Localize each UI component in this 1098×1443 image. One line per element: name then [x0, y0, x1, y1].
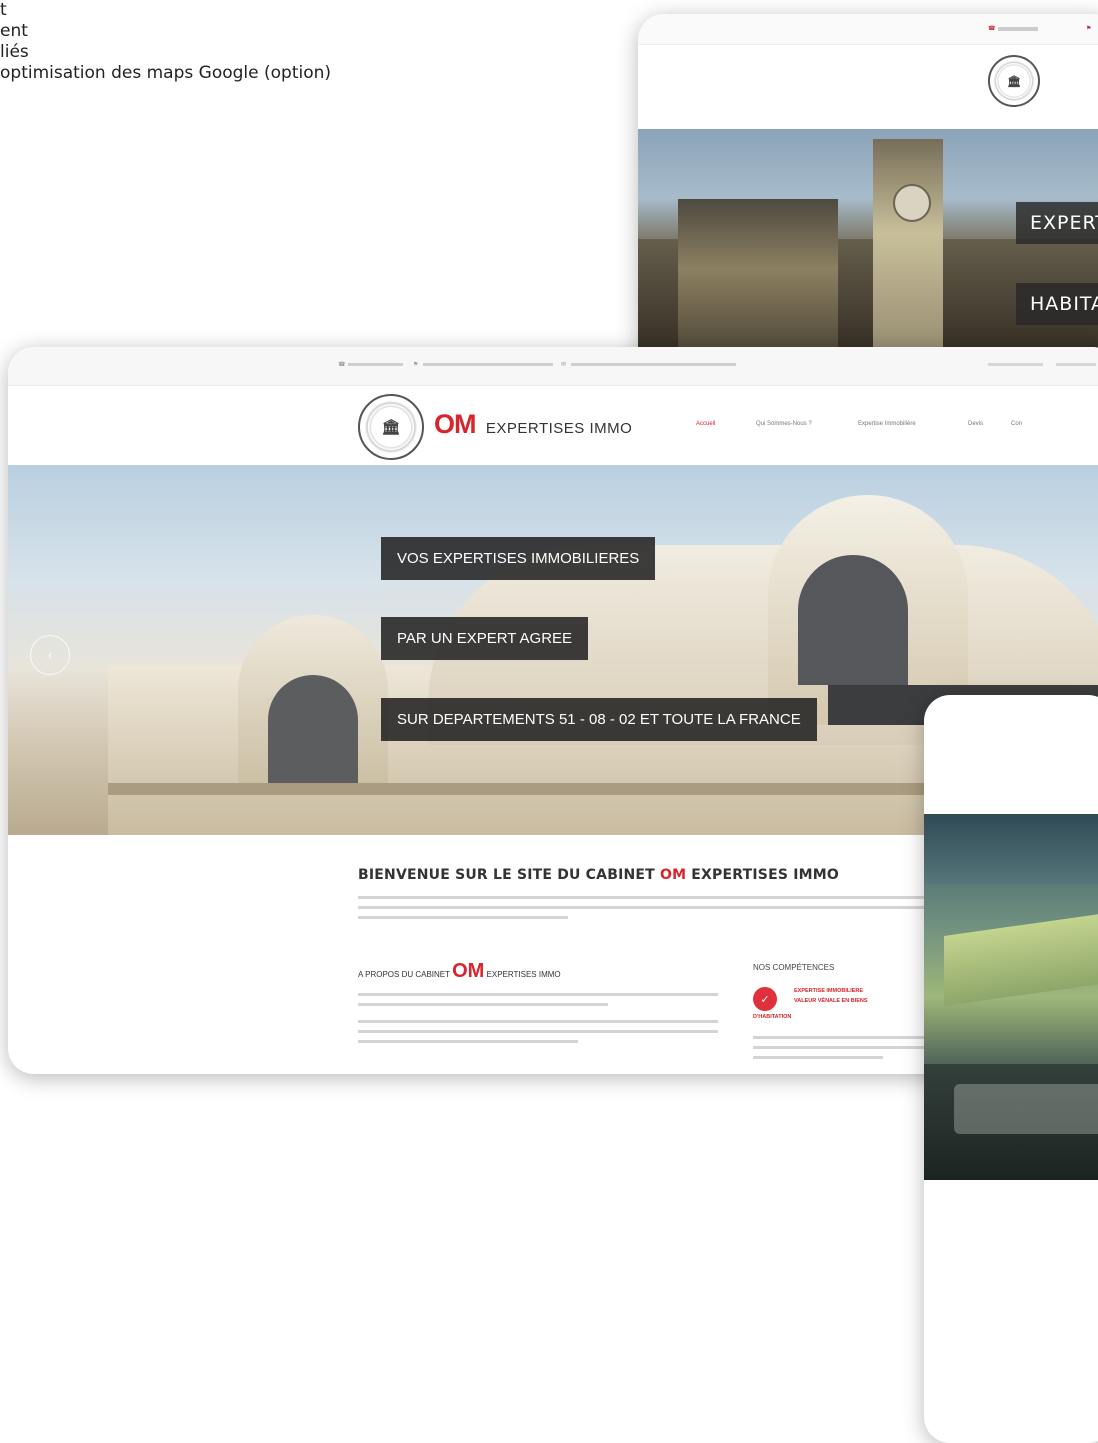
nav-item-qui-sommes-nous[interactable]: Qui Sommes-Nous ? [756, 421, 812, 427]
seal-logo-icon: 🏛 [988, 55, 1040, 107]
fragment-line: ent [0, 21, 28, 41]
welcome-suffix: EXPERTISES IMMO [686, 867, 839, 883]
main-topbar: ☎ ⚑ ✉ [8, 347, 1098, 386]
welcome-prefix: BIENVENUE SUR LE SITE DU CABINET [358, 867, 660, 883]
front-hero-image [924, 814, 1098, 1180]
competence-link[interactable]: EXPERTISE IMMOBILIERE [794, 988, 863, 994]
brand-name: EXPERTISES IMMO [485, 420, 633, 437]
welcome-om: OM [659, 867, 687, 883]
competence-link[interactable]: D'HABITATION [753, 1014, 791, 1020]
hero-tag: PAR UN EXPERT AGREE [381, 617, 589, 660]
fragment-line: liés [0, 42, 29, 62]
fragment-line: t [0, 0, 7, 20]
about-om: OM [452, 960, 485, 982]
seal-logo-icon: 🏛 [358, 394, 424, 460]
brand-logo[interactable]: OM EXPERTISES IMMO [434, 409, 632, 440]
chevron-left-icon: ‹ [48, 648, 52, 662]
back-hero-image: EXPERT HABITA [638, 129, 1098, 374]
slider-prev-button[interactable]: ‹ [30, 635, 70, 675]
brand-om: OM [434, 409, 476, 439]
hero-tag: VOS EXPERTISES IMMOBILIERES [381, 537, 656, 580]
back-hero-tag: EXPERT [1016, 202, 1098, 244]
main-header: 🏛 OM EXPERTISES IMMO Accueil Qui Sommes-… [8, 386, 1098, 467]
back-header: 🏛 [638, 45, 1098, 130]
mockup-card-back: ☎ ⚑ 🏛 EXPERT HABITA [638, 14, 1098, 374]
competence-paragraph [753, 1033, 928, 1059]
fragment-line: optimisation des maps Google (option) [0, 63, 332, 83]
text-fragment: t ent liés optimisation des maps Google … [0, 0, 331, 84]
check-badge-icon: ✓ [753, 987, 777, 1011]
welcome-paragraph [358, 893, 928, 919]
hero-tag: SUR DEPARTEMENTS 51 - 08 - 02 ET TOUTE L… [381, 698, 817, 741]
nav-item-devis[interactable]: Devis [968, 421, 983, 427]
nav-item-expertise[interactable]: Expertise Immobilière [858, 421, 916, 427]
back-hero-tag: HABITA [1016, 283, 1098, 325]
nav-item-contact[interactable]: Con [1011, 421, 1022, 427]
nav-item-accueil[interactable]: Accueil [696, 421, 715, 427]
back-topbar: ☎ ⚑ [638, 14, 1098, 45]
competences-heading: NOS COMPÉTENCES [753, 963, 835, 972]
competence-link[interactable]: VALEUR VÉNALE EN BIENS [794, 998, 868, 1004]
about-heading: A PROPOS DU CABINET OM EXPERTISES IMMO [358, 960, 561, 983]
mockup-card-front [924, 695, 1098, 1443]
about-suffix: EXPERTISES IMMO [484, 970, 561, 979]
about-prefix: A PROPOS DU CABINET [358, 970, 453, 979]
welcome-heading: BIENVENUE SUR LE SITE DU CABINET OM EXPE… [358, 867, 839, 883]
about-paragraph [358, 990, 718, 1043]
